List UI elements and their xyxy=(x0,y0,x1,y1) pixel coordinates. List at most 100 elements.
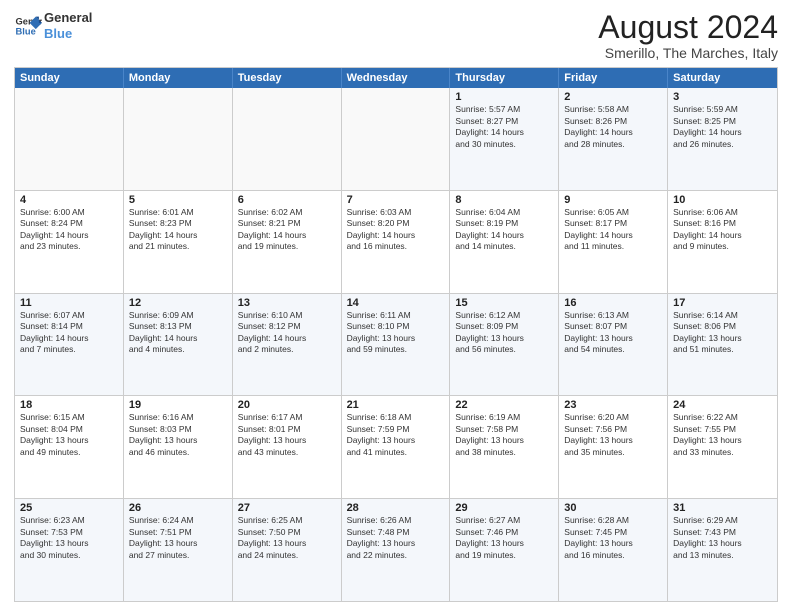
day-info: Sunrise: 6:23 AM Sunset: 7:53 PM Dayligh… xyxy=(20,515,118,561)
cal-cell-4: 4Sunrise: 6:00 AM Sunset: 8:24 PM Daylig… xyxy=(15,191,124,293)
header-day-monday: Monday xyxy=(124,68,233,88)
day-info: Sunrise: 6:06 AM Sunset: 8:16 PM Dayligh… xyxy=(673,207,772,253)
day-info: Sunrise: 6:12 AM Sunset: 8:09 PM Dayligh… xyxy=(455,310,553,356)
day-info: Sunrise: 6:05 AM Sunset: 8:17 PM Dayligh… xyxy=(564,207,662,253)
header-day-friday: Friday xyxy=(559,68,668,88)
cal-cell-empty-0-2 xyxy=(233,88,342,190)
cal-cell-3: 3Sunrise: 5:59 AM Sunset: 8:25 PM Daylig… xyxy=(668,88,777,190)
day-number: 25 xyxy=(20,502,118,514)
day-number: 1 xyxy=(455,91,553,103)
header: General Blue General Blue August 2024 Sm… xyxy=(14,10,778,61)
calendar-row-2: 4Sunrise: 6:00 AM Sunset: 8:24 PM Daylig… xyxy=(15,190,777,293)
day-number: 20 xyxy=(238,399,336,411)
cal-cell-12: 12Sunrise: 6:09 AM Sunset: 8:13 PM Dayli… xyxy=(124,294,233,396)
cal-cell-20: 20Sunrise: 6:17 AM Sunset: 8:01 PM Dayli… xyxy=(233,396,342,498)
day-number: 24 xyxy=(673,399,772,411)
calendar-row-1: 1Sunrise: 5:57 AM Sunset: 8:27 PM Daylig… xyxy=(15,88,777,190)
day-info: Sunrise: 5:59 AM Sunset: 8:25 PM Dayligh… xyxy=(673,104,772,150)
cal-cell-17: 17Sunrise: 6:14 AM Sunset: 8:06 PM Dayli… xyxy=(668,294,777,396)
cal-cell-23: 23Sunrise: 6:20 AM Sunset: 7:56 PM Dayli… xyxy=(559,396,668,498)
cal-cell-13: 13Sunrise: 6:10 AM Sunset: 8:12 PM Dayli… xyxy=(233,294,342,396)
day-info: Sunrise: 6:11 AM Sunset: 8:10 PM Dayligh… xyxy=(347,310,445,356)
calendar-title: August 2024 xyxy=(598,10,778,45)
day-number: 19 xyxy=(129,399,227,411)
header-day-tuesday: Tuesday xyxy=(233,68,342,88)
cal-cell-27: 27Sunrise: 6:25 AM Sunset: 7:50 PM Dayli… xyxy=(233,499,342,601)
day-number: 27 xyxy=(238,502,336,514)
day-info: Sunrise: 6:15 AM Sunset: 8:04 PM Dayligh… xyxy=(20,412,118,458)
day-info: Sunrise: 6:29 AM Sunset: 7:43 PM Dayligh… xyxy=(673,515,772,561)
cal-cell-18: 18Sunrise: 6:15 AM Sunset: 8:04 PM Dayli… xyxy=(15,396,124,498)
cal-cell-1: 1Sunrise: 5:57 AM Sunset: 8:27 PM Daylig… xyxy=(450,88,559,190)
day-info: Sunrise: 5:57 AM Sunset: 8:27 PM Dayligh… xyxy=(455,104,553,150)
day-number: 23 xyxy=(564,399,662,411)
day-info: Sunrise: 6:26 AM Sunset: 7:48 PM Dayligh… xyxy=(347,515,445,561)
day-info: Sunrise: 6:22 AM Sunset: 7:55 PM Dayligh… xyxy=(673,412,772,458)
general-blue-logo-icon: General Blue xyxy=(14,12,42,40)
cal-cell-21: 21Sunrise: 6:18 AM Sunset: 7:59 PM Dayli… xyxy=(342,396,451,498)
cal-cell-16: 16Sunrise: 6:13 AM Sunset: 8:07 PM Dayli… xyxy=(559,294,668,396)
cal-cell-8: 8Sunrise: 6:04 AM Sunset: 8:19 PM Daylig… xyxy=(450,191,559,293)
day-info: Sunrise: 6:04 AM Sunset: 8:19 PM Dayligh… xyxy=(455,207,553,253)
day-info: Sunrise: 5:58 AM Sunset: 8:26 PM Dayligh… xyxy=(564,104,662,150)
day-number: 28 xyxy=(347,502,445,514)
cal-cell-26: 26Sunrise: 6:24 AM Sunset: 7:51 PM Dayli… xyxy=(124,499,233,601)
day-number: 17 xyxy=(673,297,772,309)
day-info: Sunrise: 6:03 AM Sunset: 8:20 PM Dayligh… xyxy=(347,207,445,253)
day-number: 6 xyxy=(238,194,336,206)
day-number: 18 xyxy=(20,399,118,411)
svg-text:Blue: Blue xyxy=(16,26,36,36)
day-number: 10 xyxy=(673,194,772,206)
day-number: 12 xyxy=(129,297,227,309)
day-number: 7 xyxy=(347,194,445,206)
day-info: Sunrise: 6:14 AM Sunset: 8:06 PM Dayligh… xyxy=(673,310,772,356)
cal-cell-22: 22Sunrise: 6:19 AM Sunset: 7:58 PM Dayli… xyxy=(450,396,559,498)
day-number: 5 xyxy=(129,194,227,206)
day-number: 4 xyxy=(20,194,118,206)
day-number: 14 xyxy=(347,297,445,309)
calendar-body: 1Sunrise: 5:57 AM Sunset: 8:27 PM Daylig… xyxy=(15,88,777,601)
day-info: Sunrise: 6:13 AM Sunset: 8:07 PM Dayligh… xyxy=(564,310,662,356)
day-info: Sunrise: 6:20 AM Sunset: 7:56 PM Dayligh… xyxy=(564,412,662,458)
day-number: 11 xyxy=(20,297,118,309)
calendar-subtitle: Smerillo, The Marches, Italy xyxy=(598,45,778,61)
header-day-thursday: Thursday xyxy=(450,68,559,88)
logo: General Blue General Blue xyxy=(14,10,92,41)
cal-cell-5: 5Sunrise: 6:01 AM Sunset: 8:23 PM Daylig… xyxy=(124,191,233,293)
day-number: 26 xyxy=(129,502,227,514)
day-info: Sunrise: 6:28 AM Sunset: 7:45 PM Dayligh… xyxy=(564,515,662,561)
logo-text-general: General xyxy=(44,10,92,26)
cal-cell-24: 24Sunrise: 6:22 AM Sunset: 7:55 PM Dayli… xyxy=(668,396,777,498)
cal-cell-19: 19Sunrise: 6:16 AM Sunset: 8:03 PM Dayli… xyxy=(124,396,233,498)
day-info: Sunrise: 6:09 AM Sunset: 8:13 PM Dayligh… xyxy=(129,310,227,356)
calendar-row-4: 18Sunrise: 6:15 AM Sunset: 8:04 PM Dayli… xyxy=(15,395,777,498)
cal-cell-6: 6Sunrise: 6:02 AM Sunset: 8:21 PM Daylig… xyxy=(233,191,342,293)
cal-cell-11: 11Sunrise: 6:07 AM Sunset: 8:14 PM Dayli… xyxy=(15,294,124,396)
logo-text-blue: Blue xyxy=(44,26,92,42)
day-number: 13 xyxy=(238,297,336,309)
cal-cell-empty-0-0 xyxy=(15,88,124,190)
cal-cell-empty-0-1 xyxy=(124,88,233,190)
day-info: Sunrise: 6:07 AM Sunset: 8:14 PM Dayligh… xyxy=(20,310,118,356)
cal-cell-14: 14Sunrise: 6:11 AM Sunset: 8:10 PM Dayli… xyxy=(342,294,451,396)
day-number: 8 xyxy=(455,194,553,206)
calendar-header: SundayMondayTuesdayWednesdayThursdayFrid… xyxy=(15,68,777,88)
header-day-sunday: Sunday xyxy=(15,68,124,88)
cal-cell-7: 7Sunrise: 6:03 AM Sunset: 8:20 PM Daylig… xyxy=(342,191,451,293)
day-info: Sunrise: 6:27 AM Sunset: 7:46 PM Dayligh… xyxy=(455,515,553,561)
calendar-row-3: 11Sunrise: 6:07 AM Sunset: 8:14 PM Dayli… xyxy=(15,293,777,396)
day-number: 15 xyxy=(455,297,553,309)
day-info: Sunrise: 6:01 AM Sunset: 8:23 PM Dayligh… xyxy=(129,207,227,253)
day-info: Sunrise: 6:25 AM Sunset: 7:50 PM Dayligh… xyxy=(238,515,336,561)
header-day-saturday: Saturday xyxy=(668,68,777,88)
day-number: 22 xyxy=(455,399,553,411)
cal-cell-31: 31Sunrise: 6:29 AM Sunset: 7:43 PM Dayli… xyxy=(668,499,777,601)
cal-cell-29: 29Sunrise: 6:27 AM Sunset: 7:46 PM Dayli… xyxy=(450,499,559,601)
day-info: Sunrise: 6:24 AM Sunset: 7:51 PM Dayligh… xyxy=(129,515,227,561)
day-info: Sunrise: 6:00 AM Sunset: 8:24 PM Dayligh… xyxy=(20,207,118,253)
calendar-row-5: 25Sunrise: 6:23 AM Sunset: 7:53 PM Dayli… xyxy=(15,498,777,601)
cal-cell-2: 2Sunrise: 5:58 AM Sunset: 8:26 PM Daylig… xyxy=(559,88,668,190)
day-number: 16 xyxy=(564,297,662,309)
title-block: August 2024 Smerillo, The Marches, Italy xyxy=(598,10,778,61)
day-info: Sunrise: 6:18 AM Sunset: 7:59 PM Dayligh… xyxy=(347,412,445,458)
